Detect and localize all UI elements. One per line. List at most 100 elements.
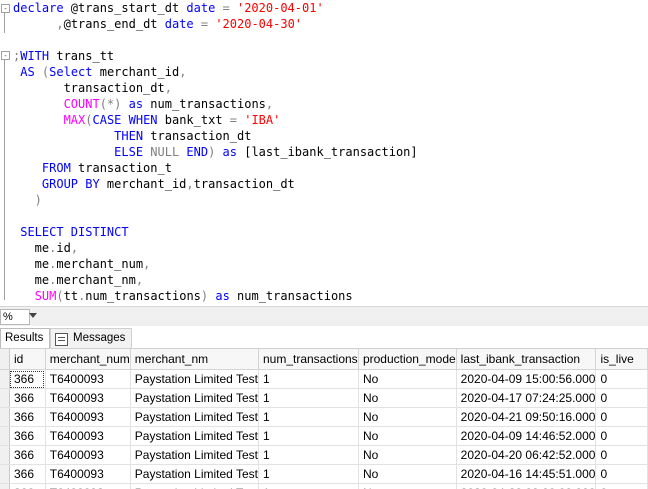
grid-cell-is-live[interactable]: 0	[595, 464, 648, 484]
grid-cell-num-transactions[interactable]: 1	[258, 407, 359, 427]
grid-cell-id[interactable]: 366	[9, 407, 46, 427]
tab-messages[interactable]: Messages	[50, 328, 132, 348]
code-line[interactable]: me.merchant_num,	[13, 256, 151, 272]
sql-editor[interactable]: - - declare @trans_start_dt date = '2020…	[0, 0, 648, 306]
grid-cell-last-ibank-transaction[interactable]: 2020-04-17 07:24:25.000	[456, 388, 597, 408]
table-row[interactable]: 366T6400093Paystation Limited Test1No202…	[0, 388, 648, 408]
code-line[interactable]: FROM transaction_t	[13, 160, 172, 176]
grid-cell-num-transactions[interactable]: 1	[258, 483, 359, 489]
grid-cell-id[interactable]: 366	[9, 445, 46, 465]
row-selector[interactable]	[0, 388, 10, 408]
column-header-id[interactable]: id	[9, 349, 46, 370]
grid-cell-id[interactable]: 366	[9, 369, 46, 389]
fold-guide	[4, 13, 5, 33]
row-selector[interactable]	[0, 426, 10, 446]
grid-cell-last-ibank-transaction[interactable]: 2020-04-20 09:00:00.000	[456, 483, 597, 489]
grid-cell-merchant-num[interactable]: T6400093	[45, 483, 131, 489]
code-line[interactable]: transaction_dt,	[13, 80, 172, 96]
grid-corner[interactable]	[0, 349, 10, 370]
code-line[interactable]: THEN transaction_dt	[13, 128, 251, 144]
code-token: '2020-04-30'	[215, 17, 303, 31]
grid-cell-num-transactions[interactable]: 1	[258, 464, 359, 484]
grid-cell-is-live[interactable]: 0	[595, 445, 648, 465]
tab-results[interactable]: Results	[0, 328, 50, 348]
code-line[interactable]: ELSE NULL END) as [last_ibank_transactio…	[13, 144, 417, 160]
code-line[interactable]: ,@trans_end_dt date = '2020-04-30'	[13, 16, 302, 32]
grid-cell-id[interactable]: 366	[9, 483, 46, 489]
grid-cell-merchant-nm[interactable]: Paystation Limited Test	[130, 426, 259, 446]
code-line[interactable]: me.merchant_nm,	[13, 272, 143, 288]
grid-cell-last-ibank-transaction[interactable]: 2020-04-09 14:46:52.000	[456, 426, 597, 446]
code-line[interactable]: SELECT DISTINCT	[13, 224, 128, 240]
grid-cell-is-live[interactable]: 0	[595, 426, 648, 446]
column-header-is-live[interactable]: is_live	[595, 349, 648, 370]
grid-cell-merchant-num[interactable]: T6400093	[45, 388, 131, 408]
grid-cell-num-transactions[interactable]: 1	[258, 369, 359, 389]
grid-cell-production-mode[interactable]: No	[358, 407, 457, 427]
grid-cell-merchant-nm[interactable]: Paystation Limited Test	[130, 445, 259, 465]
table-row[interactable]: 366T6400093Paystation Limited Test1No202…	[0, 407, 648, 427]
code-line[interactable]: ;WITH trans_tt	[13, 48, 114, 64]
row-selector[interactable]	[0, 445, 10, 465]
grid-cell-merchant-nm[interactable]: Paystation Limited Test	[130, 464, 259, 484]
grid-cell-merchant-num[interactable]: T6400093	[45, 445, 131, 465]
grid-cell-merchant-num[interactable]: T6400093	[45, 426, 131, 446]
grid-cell-is-live[interactable]: 0	[595, 388, 648, 408]
code-line[interactable]: MAX(CASE WHEN bank_txt = 'IBA'	[13, 112, 281, 128]
table-row[interactable]: 366T6400093Paystation Limited Test1No202…	[0, 369, 648, 389]
code-line[interactable]: AS (Select merchant_id,	[13, 64, 186, 80]
grid-cell-production-mode[interactable]: No	[358, 426, 457, 446]
code-line[interactable]: COUNT(*) as num_transactions,	[13, 96, 274, 112]
grid-cell-num-transactions[interactable]: 1	[258, 426, 359, 446]
grid-cell-merchant-num[interactable]: T6400093	[45, 407, 131, 427]
zoom-level-select[interactable]: %	[0, 309, 30, 325]
grid-cell-production-mode[interactable]: No	[358, 369, 457, 389]
collapse-icon[interactable]: -	[1, 4, 10, 13]
grid-cell-last-ibank-transaction[interactable]: 2020-04-09 15:00:56.000	[456, 369, 597, 389]
grid-cell-production-mode[interactable]: No	[358, 464, 457, 484]
code-token: bank_txt	[164, 113, 230, 127]
grid-cell-last-ibank-transaction[interactable]: 2020-04-21 09:50:16.000	[456, 407, 597, 427]
grid-cell-production-mode[interactable]: No	[358, 388, 457, 408]
row-selector[interactable]	[0, 369, 10, 389]
grid-cell-id[interactable]: 366	[9, 388, 46, 408]
column-header-last-ibank-transaction[interactable]: last_ibank_transaction	[456, 349, 597, 370]
table-row[interactable]: 366T6400093Paystation Limited Test1No202…	[0, 426, 648, 446]
code-line[interactable]: declare @trans_start_dt date = '2020-04-…	[13, 0, 324, 16]
column-header-merchant-num[interactable]: merchant_num	[45, 349, 131, 370]
table-row[interactable]: 366T6400093Paystation Limited Test1No202…	[0, 445, 648, 465]
row-selector[interactable]	[0, 483, 10, 489]
grid-cell-production-mode[interactable]: No	[358, 483, 457, 489]
grid-cell-last-ibank-transaction[interactable]: 2020-04-20 06:42:52.000	[456, 445, 597, 465]
grid-cell-merchant-num[interactable]: T6400093	[45, 464, 131, 484]
row-selector[interactable]	[0, 464, 10, 484]
grid-cell-merchant-num[interactable]: T6400093	[45, 369, 131, 389]
table-row[interactable]: 366T6400093Paystation Limited Test1No202…	[0, 464, 648, 484]
code-line[interactable]: )	[13, 192, 42, 208]
row-selector[interactable]	[0, 407, 10, 427]
grid-cell-num-transactions[interactable]: 1	[258, 388, 359, 408]
results-grid[interactable]: id merchant_num merchant_nm num_transact…	[0, 349, 648, 489]
code-line[interactable]: SUM(tt.num_transactions) as num_transact…	[13, 288, 353, 304]
column-header-production-mode[interactable]: production_mode	[358, 349, 457, 370]
grid-cell-merchant-nm[interactable]: Paystation Limited Test	[130, 483, 259, 489]
column-header-num-transactions[interactable]: num_transactions	[258, 349, 359, 370]
grid-cell-is-live[interactable]: 0	[595, 483, 648, 489]
grid-cell-merchant-nm[interactable]: Paystation Limited Test	[130, 388, 259, 408]
grid-cell-num-transactions[interactable]: 1	[258, 445, 359, 465]
column-header-merchant-nm[interactable]: merchant_nm	[130, 349, 259, 370]
grid-cell-is-live[interactable]: 0	[595, 369, 648, 389]
grid-cell-last-ibank-transaction[interactable]: 2020-04-16 14:45:51.000	[456, 464, 597, 484]
chevron-down-icon[interactable]	[29, 313, 37, 318]
code-token: @trans_start_dt	[70, 1, 187, 15]
grid-cell-id[interactable]: 366	[9, 426, 46, 446]
grid-cell-production-mode[interactable]: No	[358, 445, 457, 465]
grid-cell-is-live[interactable]: 0	[595, 407, 648, 427]
grid-cell-id[interactable]: 366	[9, 464, 46, 484]
grid-cell-merchant-nm[interactable]: Paystation Limited Test	[130, 369, 259, 389]
table-row[interactable]: 366T6400093Paystation Limited Test1No202…	[0, 483, 648, 489]
code-line[interactable]: me.id,	[13, 240, 78, 256]
grid-cell-merchant-nm[interactable]: Paystation Limited Test	[130, 407, 259, 427]
code-line[interactable]: GROUP BY merchant_id,transaction_dt	[13, 176, 295, 192]
collapse-icon[interactable]: -	[1, 51, 10, 60]
